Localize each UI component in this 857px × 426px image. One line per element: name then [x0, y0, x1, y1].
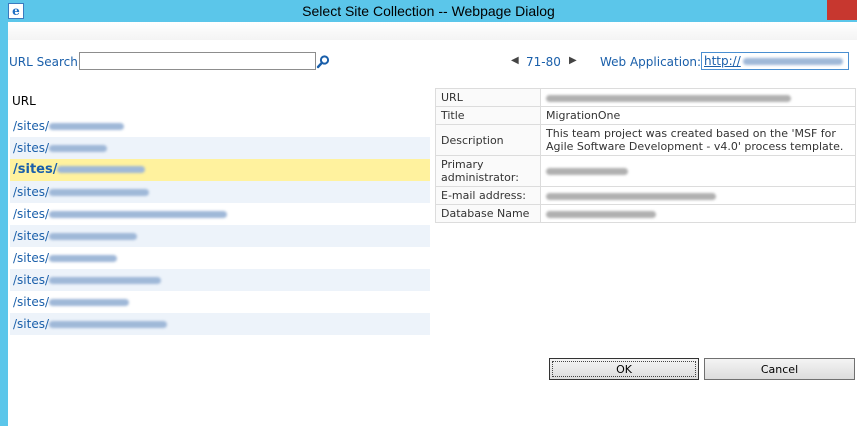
- detail-value: [540, 155, 856, 187]
- detail-label: Description: [435, 124, 541, 156]
- detail-label: URL: [435, 88, 541, 107]
- site-url: /sites/: [13, 273, 50, 287]
- ok-button[interactable]: OK: [549, 358, 699, 380]
- redacted-text: [49, 255, 118, 262]
- detail-row-email: E-mail address:: [435, 186, 856, 205]
- redacted-text: [546, 168, 628, 175]
- url-search-label: URL Search: [9, 55, 78, 69]
- redacted-text: [49, 321, 168, 328]
- redacted-text: [49, 123, 125, 130]
- redacted-text: [57, 166, 146, 173]
- detail-label: Title: [435, 106, 541, 125]
- window-title: Select Site Collection -- Webpage Dialog: [302, 3, 555, 19]
- web-application-selector[interactable]: http://: [701, 52, 849, 70]
- close-icon: [827, 0, 857, 20]
- url-search-input[interactable]: [79, 52, 316, 70]
- detail-label: Primary administrator:: [435, 155, 541, 187]
- title-bar: e Select Site Collection -- Webpage Dial…: [0, 0, 857, 22]
- site-url: /sites/: [13, 119, 50, 133]
- caret-right-icon[interactable]: ▶: [569, 55, 577, 66]
- redacted-text: [49, 189, 150, 196]
- redacted-text: [49, 299, 130, 306]
- redacted-text: [546, 94, 791, 102]
- site-url: /sites/: [13, 185, 50, 199]
- list-item[interactable]: /sites/: [10, 115, 430, 137]
- list-item[interactable]: /sites/: [10, 247, 430, 269]
- detail-row-database: Database Name: [435, 204, 856, 223]
- redacted-text: [49, 211, 228, 218]
- list-item-selected[interactable]: /sites/: [10, 159, 430, 181]
- list-item[interactable]: /sites/: [10, 225, 430, 247]
- detail-value: MigrationOne: [540, 106, 856, 125]
- site-url: /sites/: [13, 295, 50, 309]
- detail-value: [540, 204, 856, 223]
- detail-value: [540, 186, 856, 205]
- redacted-text: [742, 58, 843, 65]
- detail-label: Database Name: [435, 204, 541, 223]
- site-list-header: URL: [12, 94, 36, 108]
- list-item[interactable]: /sites/: [10, 181, 430, 203]
- redacted-text: [49, 145, 108, 152]
- site-list: /sites/ /sites/ /sites/ /sites/ /sites/ …: [10, 115, 430, 335]
- site-url: /sites/: [13, 141, 50, 155]
- site-url: /sites/: [13, 207, 50, 221]
- detail-row-url: URL: [435, 88, 856, 107]
- search-icon[interactable]: [315, 54, 331, 70]
- list-item[interactable]: /sites/: [10, 137, 430, 159]
- detail-row-primary-admin: Primary administrator:: [435, 155, 856, 187]
- top-band: [8, 22, 857, 40]
- list-item[interactable]: /sites/: [10, 269, 430, 291]
- pager-range: 71-80: [526, 55, 561, 69]
- web-application-label: Web Application:: [600, 55, 702, 69]
- cancel-button[interactable]: Cancel: [704, 358, 855, 380]
- detail-row-title: Title MigrationOne: [435, 106, 856, 125]
- site-url: /sites/: [13, 229, 50, 243]
- detail-label: E-mail address:: [435, 186, 541, 205]
- redacted-text: [546, 210, 656, 218]
- close-button[interactable]: [827, 0, 857, 20]
- detail-value: [540, 88, 856, 107]
- redacted-text: [546, 192, 716, 200]
- redacted-text: [49, 277, 162, 284]
- web-application-value: http://: [704, 54, 741, 68]
- detail-value: This team project was created based on t…: [540, 124, 856, 156]
- site-url: /sites/: [13, 251, 50, 265]
- site-details-table: URL Title MigrationOne Description This …: [435, 88, 856, 223]
- site-url: /sites/: [13, 162, 58, 177]
- list-item[interactable]: /sites/: [10, 291, 430, 313]
- caret-left-icon[interactable]: ◀: [511, 55, 519, 66]
- dialog-content: URL Search ◀ 71-80 ▶ Web Application: ht…: [8, 22, 857, 426]
- site-url: /sites/: [13, 317, 50, 331]
- list-item[interactable]: /sites/: [10, 313, 430, 335]
- list-item[interactable]: /sites/: [10, 203, 430, 225]
- detail-row-description: Description This team project was create…: [435, 124, 856, 156]
- redacted-text: [49, 233, 138, 240]
